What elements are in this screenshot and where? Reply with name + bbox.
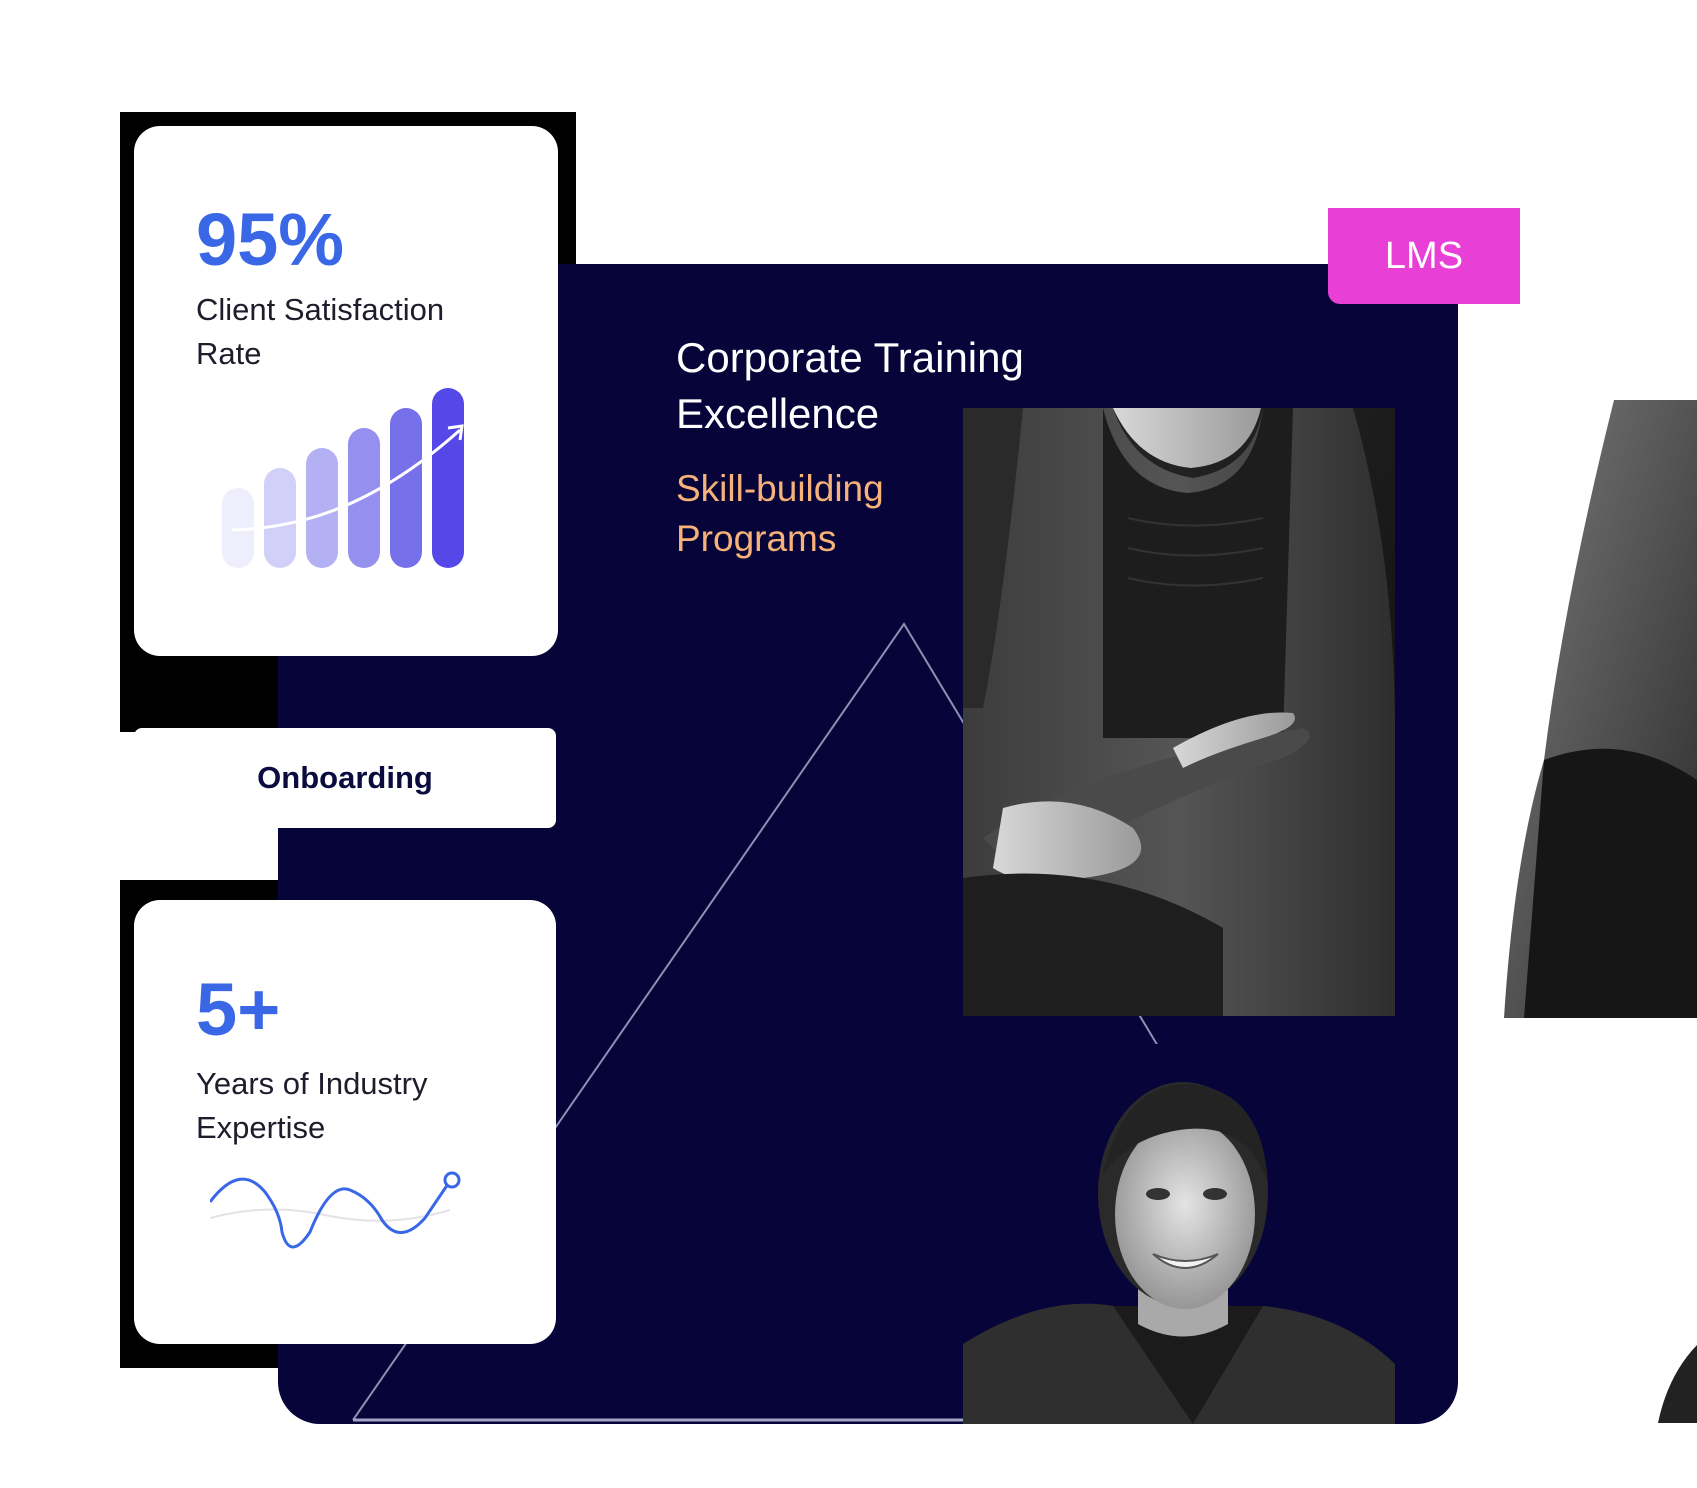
- satisfaction-label-line1: Client Satisfaction: [196, 292, 445, 327]
- panel-subtitle: Skill-building Programs: [676, 464, 976, 564]
- lms-badge: LMS: [1328, 208, 1520, 304]
- onboarding-pill[interactable]: Onboarding: [134, 728, 556, 828]
- photo-person-blazer: [963, 408, 1395, 1016]
- satisfaction-card: 95% Client Satisfaction Rate: [134, 126, 558, 656]
- satisfaction-value: 95%: [196, 198, 345, 281]
- expertise-card: 5+ Years of Industry Expertise: [134, 900, 556, 1344]
- expertise-label: Years of Industry Expertise: [196, 1062, 496, 1150]
- bar-chart-growth-icon: [222, 388, 464, 568]
- side-photo-person: [1504, 400, 1697, 1018]
- panel-title-line1: Corporate Training: [676, 334, 1024, 381]
- side-photo-fragment: [1658, 1345, 1697, 1423]
- expertise-value: 5+: [196, 968, 281, 1051]
- panel-title-line2: Excellence: [676, 390, 880, 437]
- panel-subtitle-line1: Skill-building: [676, 468, 884, 509]
- panel-subtitle-line2: Programs: [676, 518, 837, 559]
- satisfaction-label: Client Satisfaction Rate: [196, 288, 496, 376]
- expertise-label-line2: Expertise: [196, 1110, 326, 1145]
- expertise-label-line1: Years of Industry: [196, 1066, 428, 1101]
- satisfaction-label-line2: Rate: [196, 336, 262, 371]
- wave-line-icon: [210, 1171, 461, 1249]
- photo-smiling-woman: [963, 1044, 1395, 1424]
